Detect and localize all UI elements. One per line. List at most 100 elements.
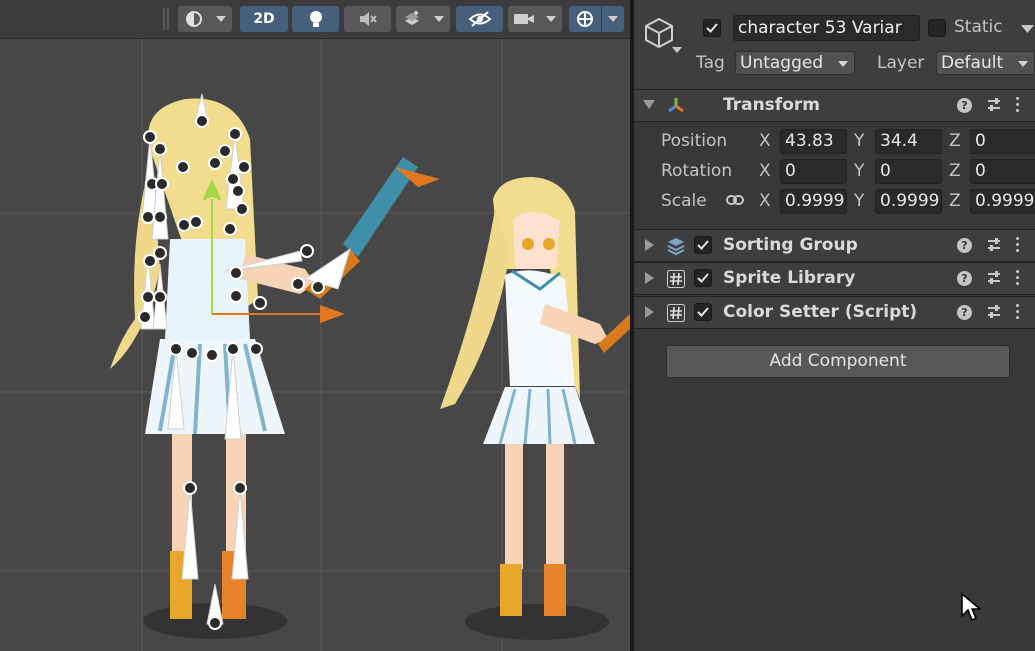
transform-foldout-arrow[interactable] [643, 100, 655, 109]
help-icon[interactable]: ? [957, 305, 972, 320]
static-dropdown-caret-icon[interactable] [1020, 24, 1035, 34]
scale-z-field[interactable]: 0.9999 [970, 189, 1035, 214]
icon-dropdown-caret-icon[interactable] [671, 46, 683, 54]
help-icon[interactable]: ? [957, 98, 972, 113]
lighting-toggle[interactable] [292, 6, 339, 32]
camera-button[interactable] [508, 6, 540, 32]
sorting-group-enabled-checkbox[interactable] [694, 236, 712, 254]
position-z-field[interactable]: 0 [970, 129, 1035, 154]
context-menu-icon[interactable] [1016, 270, 1020, 288]
transform-actions: ? [955, 90, 1035, 121]
object-name-field[interactable]: character 53 Variar [733, 15, 920, 41]
effects-button[interactable] [396, 6, 428, 32]
sprite-library-actions: ? [955, 263, 1035, 294]
static-checkbox[interactable] [928, 19, 946, 37]
checkmark-icon [697, 240, 709, 250]
color-setter-actions: ? [955, 297, 1035, 328]
presets-icon[interactable] [986, 304, 1002, 320]
gizmos-dropdown[interactable] [602, 6, 624, 32]
draw-mode-dropdown[interactable] [210, 6, 232, 32]
layer-label: Layer [877, 53, 925, 73]
scale-y-field[interactable]: 0.9999 [875, 189, 942, 214]
sorting-group-icon [666, 236, 686, 256]
scale-x-field[interactable]: 0.9999 [780, 189, 847, 214]
visibility-icon [468, 11, 491, 27]
toggle-2d-button[interactable]: 2D [240, 6, 288, 32]
help-icon[interactable]: ? [957, 238, 972, 253]
add-component-button[interactable]: Add Component [666, 345, 1010, 378]
rotation-x-field[interactable]: 0 [780, 159, 847, 184]
audio-mute-icon [359, 12, 377, 26]
checkmark-icon [706, 23, 718, 33]
mouse-cursor-icon [961, 592, 982, 622]
sorting-group-title: Sorting Group [723, 235, 858, 255]
sprite-library-foldout-arrow[interactable] [645, 272, 654, 284]
camera-dropdown[interactable] [540, 6, 562, 32]
rigged-character-sprite[interactable] [110, 93, 440, 639]
sprite-library-header[interactable]: Sprite Library ? [634, 262, 1035, 295]
rotation-x-label[interactable]: X [759, 161, 771, 181]
position-y-field[interactable]: 34.4 [875, 129, 942, 154]
presets-icon[interactable] [986, 270, 1002, 286]
layer-value: Default [941, 53, 1004, 73]
context-menu-icon[interactable] [1016, 97, 1020, 115]
scene-canvas[interactable] [0, 39, 630, 651]
scale-z-label[interactable]: Z [949, 191, 961, 211]
transform-icon [666, 96, 686, 116]
scale-y-label[interactable]: Y [854, 191, 864, 211]
position-x-field[interactable]: 43.83 [780, 129, 847, 154]
scene-view[interactable]: 2D [0, 0, 630, 651]
active-checkbox[interactable] [703, 19, 721, 37]
scale-label: Scale [661, 191, 707, 211]
effects-icon [405, 10, 419, 25]
context-menu-icon[interactable] [1016, 304, 1020, 322]
inspector-header: character 53 Variar Static Tag Untagged … [634, 0, 1035, 90]
script-hash-icon [666, 269, 686, 289]
presets-icon[interactable] [986, 237, 1002, 253]
draw-mode-icon [186, 11, 202, 27]
visibility-toggle[interactable] [456, 6, 503, 32]
checkmark-icon [697, 307, 709, 317]
effects-dropdown[interactable] [428, 6, 450, 32]
checkmark-icon [697, 273, 709, 283]
position-label: Position [661, 131, 728, 151]
rotation-y-label[interactable]: Y [854, 161, 864, 181]
rotation-z-label[interactable]: Z [949, 161, 961, 181]
constrain-proportions-link-icon[interactable] [726, 194, 744, 206]
rotation-label: Rotation [661, 161, 733, 181]
layer-dropdown[interactable]: Default [936, 51, 1035, 75]
rotation-z-field[interactable]: 0 [970, 159, 1035, 184]
gameobject-cube-icon [645, 17, 673, 48]
tag-dropdown[interactable]: Untagged [735, 51, 855, 75]
draw-mode-button[interactable] [178, 6, 210, 32]
gizmos-button[interactable] [569, 6, 601, 32]
color-setter-title: Color Setter (Script) [723, 302, 918, 322]
audio-toggle[interactable] [344, 6, 391, 32]
inspector-panel: character 53 Variar Static Tag Untagged … [634, 0, 1035, 651]
script-hash-icon [666, 303, 686, 323]
transform-header[interactable]: Transform ? [634, 89, 1035, 122]
rotation-y-field[interactable]: 0 [875, 159, 942, 184]
sprite-library-enabled-checkbox[interactable] [694, 269, 712, 287]
position-x-label[interactable]: X [759, 131, 771, 151]
toggle-2d-label: 2D [253, 11, 275, 27]
scene-toolbar: 2D [0, 0, 630, 39]
color-setter-header[interactable]: Color Setter (Script) ? [634, 296, 1035, 329]
gizmos-icon [577, 11, 593, 27]
sorting-group-header[interactable]: Sorting Group ? [634, 229, 1035, 262]
help-icon[interactable]: ? [957, 271, 972, 286]
lighting-icon [309, 11, 322, 27]
toolbar-grip[interactable] [163, 8, 169, 30]
tag-label: Tag [696, 53, 725, 73]
position-z-label[interactable]: Z [949, 131, 961, 151]
position-y-label[interactable]: Y [854, 131, 864, 151]
transform-title: Transform [723, 95, 820, 115]
presets-icon[interactable] [986, 97, 1002, 113]
scale-x-label[interactable]: X [759, 191, 771, 211]
sorting-group-actions: ? [955, 230, 1035, 261]
sorting-group-foldout-arrow[interactable] [645, 239, 654, 251]
context-menu-icon[interactable] [1016, 237, 1020, 255]
color-setter-foldout-arrow[interactable] [645, 306, 654, 318]
static-label: Static [954, 17, 1003, 37]
color-setter-enabled-checkbox[interactable] [694, 303, 712, 321]
